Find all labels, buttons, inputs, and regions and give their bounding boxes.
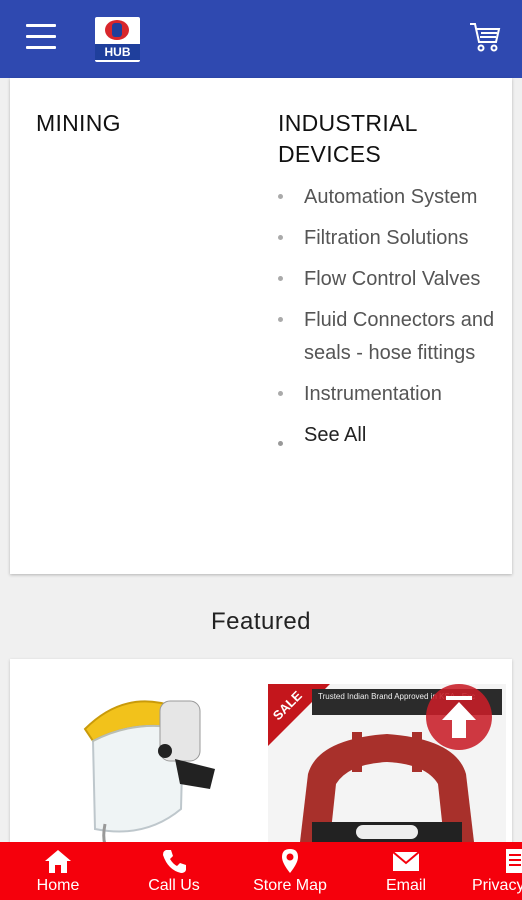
subcategory-instrumentation[interactable]: Instrumentation [278, 378, 508, 411]
logo-mark [105, 20, 129, 40]
face-shield-visor-image[interactable] [65, 689, 225, 859]
category-mining[interactable]: MINING [36, 108, 121, 139]
category-menu-card: MINING INDUSTRIAL DEVICES Automation Sys… [10, 78, 512, 574]
featured-heading: Featured [210, 608, 312, 635]
map-pin-icon [282, 849, 298, 873]
document-icon [506, 849, 522, 873]
envelope-icon [392, 851, 420, 871]
app-bar: HUB [0, 0, 522, 78]
logo-text: HUB [95, 44, 140, 60]
hamburger-menu-icon[interactable] [26, 24, 56, 52]
nav-call-us-label: Call Us [148, 877, 200, 894]
nav-privacy[interactable]: Privacy [464, 842, 522, 900]
nav-email[interactable]: Email [348, 842, 464, 900]
nav-home-label: Home [36, 877, 80, 894]
subcategory-filtration-solutions[interactable]: Filtration Solutions [278, 222, 508, 255]
brand-logo[interactable]: HUB [95, 17, 140, 62]
phone-icon [163, 850, 186, 873]
shopping-cart-icon[interactable] [468, 20, 502, 54]
bottom-navigation-bar: Home Call Us Store Map Email Privacy [0, 842, 522, 900]
nav-call-us[interactable]: Call Us [116, 842, 232, 900]
industrial-subcategory-list: Automation System Filtration Solutions F… [278, 181, 508, 460]
arrow-up-icon [442, 696, 476, 738]
nav-home[interactable]: Home [0, 842, 116, 900]
scroll-to-top-button[interactable] [426, 684, 492, 750]
subcategory-flow-control-valves[interactable]: Flow Control Valves [278, 263, 508, 296]
subcategory-automation-system[interactable]: Automation System [278, 181, 508, 214]
nav-store-map[interactable]: Store Map [232, 842, 348, 900]
home-icon [45, 850, 71, 873]
nav-store-map-label: Store Map [253, 877, 327, 894]
nav-email-label: Email [385, 877, 426, 894]
subcategory-fluid-connectors[interactable]: Fluid Connectors and seals - hose fittin… [278, 304, 508, 370]
nav-privacy-label: Privacy [472, 877, 522, 894]
see-all-link[interactable]: See All [278, 419, 508, 452]
category-industrial-devices[interactable]: INDUSTRIAL DEVICES [278, 108, 498, 170]
